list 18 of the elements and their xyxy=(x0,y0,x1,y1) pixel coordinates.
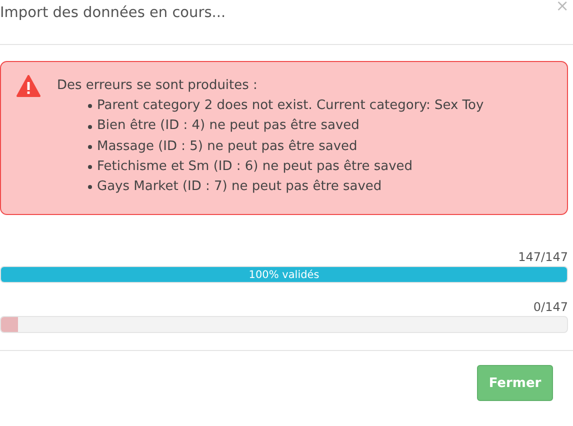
error-item: Parent category 2 does not exist. Current category: Sex Toy xyxy=(97,97,484,116)
warning-icon xyxy=(16,75,41,97)
bullet-icon xyxy=(88,144,92,149)
bullet-icon xyxy=(88,164,92,169)
alert-heading: Des erreurs se sont produites : xyxy=(57,77,258,95)
bullet-icon xyxy=(88,124,92,128)
error-item: Massage (ID : 5) ne peut pas être saved xyxy=(97,138,358,156)
bullet-icon xyxy=(88,104,92,108)
error-item: Bien être (ID : 4) ne peut pas être saved xyxy=(97,117,360,136)
bullet-icon xyxy=(88,185,92,190)
progress-count: 147/147 xyxy=(518,249,568,265)
progress-count: 0/147 xyxy=(533,299,568,315)
dialog-title: Import des données en cours... xyxy=(0,4,226,23)
close-dialog-button[interactable]: Fermer xyxy=(477,365,553,401)
error-item: Fetichisme et Sm (ID : 6) ne peut pas être saved xyxy=(97,158,413,176)
error-item: Gays Market (ID : 7) ne peut pas être saved xyxy=(97,178,382,196)
close-button[interactable]: × xyxy=(552,0,573,14)
progress-label: 100% validés xyxy=(248,268,320,280)
